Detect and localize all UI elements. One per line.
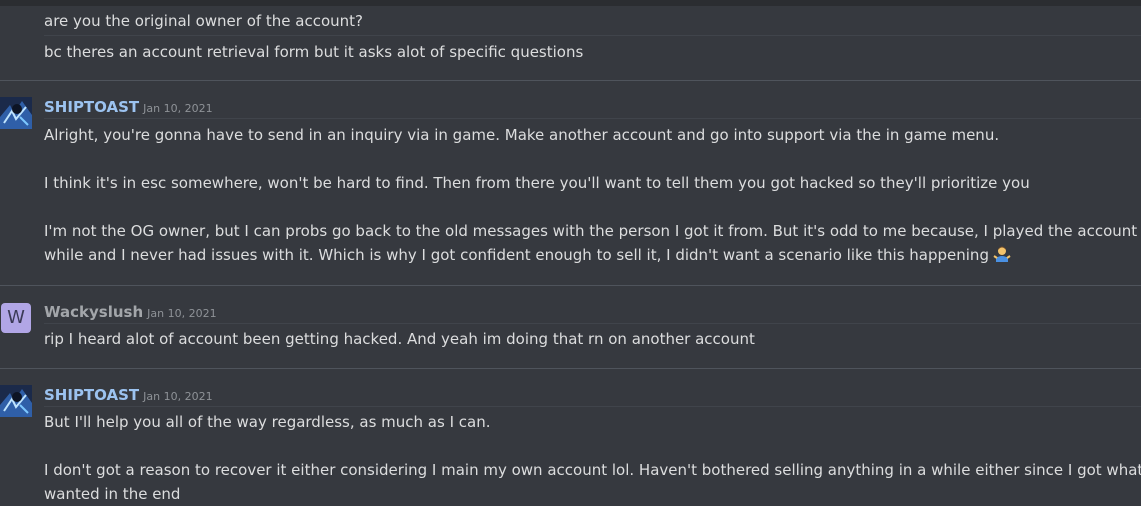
message-line: I'm not the OG owner, but I can probs go… [44, 222, 1141, 240]
person-shrugging-emoji-icon[interactable] [993, 245, 1011, 268]
message-line-text: while and I never had issues with it. Wh… [44, 246, 989, 264]
line-divider [44, 406, 1141, 407]
timestamp[interactable]: Jan 10, 2021 [143, 390, 212, 403]
avatar-shiptoast[interactable] [0, 97, 32, 129]
avatar-wackyslush[interactable]: W [1, 303, 31, 333]
message-line: rip I heard alot of account been getting… [44, 330, 755, 348]
username-shiptoast[interactable]: SHIPTOAST [44, 386, 139, 404]
top-edge-bar [0, 0, 1141, 6]
line-divider [44, 118, 1141, 119]
username-wackyslush[interactable]: Wackyslush [44, 303, 143, 321]
message-line: bc theres an account retrieval form but … [44, 43, 584, 61]
timestamp[interactable]: Jan 10, 2021 [143, 102, 212, 115]
message-header: Wackyslush Jan 10, 2021 [44, 302, 217, 322]
line-divider [44, 35, 1141, 36]
message-line: I think it's in esc somewhere, won't be … [44, 174, 1030, 192]
message-divider [0, 285, 1141, 286]
timestamp[interactable]: Jan 10, 2021 [147, 307, 216, 320]
message-divider [0, 368, 1141, 369]
line-divider [44, 323, 1141, 324]
message-header: SHIPTOAST Jan 10, 2021 [44, 97, 213, 117]
message-divider [0, 80, 1141, 81]
message-line: I don't got a reason to recover it eithe… [44, 461, 1141, 479]
message-line: while and I never had issues with it. Wh… [44, 245, 1011, 268]
message-line: wanted in the end [44, 485, 181, 503]
username-shiptoast[interactable]: SHIPTOAST [44, 98, 139, 116]
message-header: SHIPTOAST Jan 10, 2021 [44, 385, 213, 405]
message-line: are you the original owner of the accoun… [44, 12, 364, 30]
avatar-shiptoast[interactable] [0, 385, 32, 417]
message-line: Alright, you're gonna have to send in an… [44, 126, 1000, 144]
message-line: But I'll help you all of the way regardl… [44, 413, 491, 431]
